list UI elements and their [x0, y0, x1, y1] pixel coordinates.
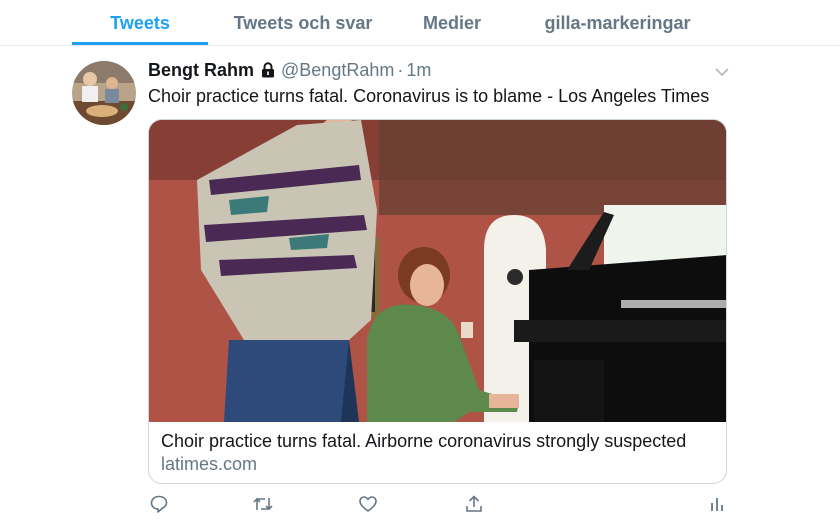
tweet-header: Bengt Rahm @BengtRahm · 1m: [148, 59, 431, 81]
card-title: Choir practice turns fatal. Airborne cor…: [161, 431, 687, 451]
link-card[interactable]: Choir practice turns fatal. Airborne cor…: [148, 119, 727, 484]
avatar[interactable]: [72, 61, 136, 125]
separator-dot: ·: [397, 59, 404, 80]
reply-icon[interactable]: [148, 493, 170, 515]
card-domain: latimes.com: [161, 454, 258, 474]
tweet-actions: [148, 493, 728, 515]
display-name[interactable]: Bengt Rahm: [148, 60, 254, 81]
share-icon[interactable]: [463, 493, 485, 515]
timestamp[interactable]: 1m: [406, 60, 431, 81]
card-image: [149, 120, 726, 422]
chevron-down-icon[interactable]: [714, 64, 730, 77]
tab-likes[interactable]: gilla-markeringar: [530, 0, 705, 46]
retweet-icon[interactable]: [252, 493, 274, 515]
tab-tweets[interactable]: Tweets: [72, 0, 208, 46]
tab-media[interactable]: Medier: [402, 0, 502, 46]
tweet[interactable]: Bengt Rahm @BengtRahm · 1m Choir practic…: [0, 46, 840, 525]
tweet-text: Choir practice turns fatal. Coronavirus …: [148, 86, 710, 106]
profile-tabs: Tweets Tweets och svar Medier gilla-mark…: [0, 0, 840, 46]
tab-tweets-and-replies[interactable]: Tweets och svar: [222, 0, 384, 46]
active-tab-indicator: [72, 42, 208, 45]
lock-icon: [261, 62, 275, 78]
like-icon[interactable]: [357, 493, 379, 515]
analytics-icon[interactable]: [706, 493, 728, 515]
user-handle[interactable]: @BengtRahm: [281, 60, 394, 81]
